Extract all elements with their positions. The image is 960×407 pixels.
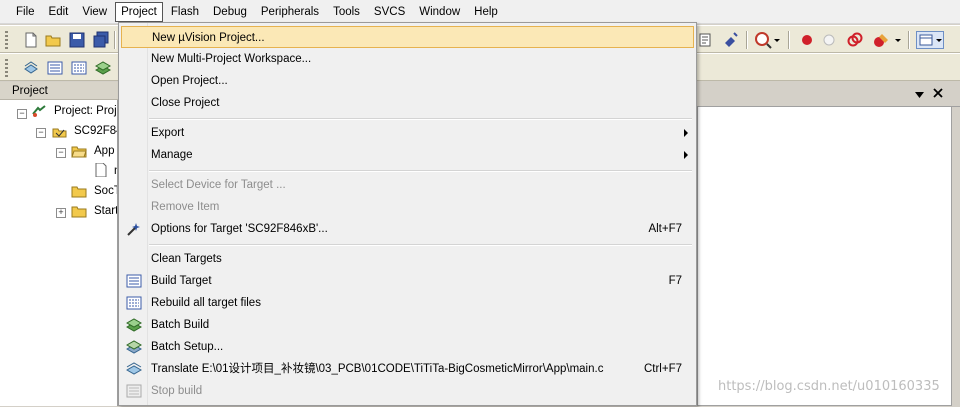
menu-project[interactable]: Project	[115, 1, 163, 22]
save-all-icon[interactable]	[92, 31, 110, 49]
chevron-down-icon[interactable]	[893, 31, 903, 49]
rebuild-icon	[126, 295, 142, 311]
batch-build-icon[interactable]	[94, 59, 112, 77]
menu-item-build-target[interactable]: Build Target F7	[121, 270, 694, 292]
menu-item-manage[interactable]: Manage	[121, 144, 694, 166]
options-wand-icon	[126, 221, 142, 237]
menu-item-open-project[interactable]: Open Project...	[121, 70, 694, 92]
menu-item-select-device: Select Device for Target ...	[151, 179, 286, 191]
folder-icon	[71, 184, 87, 198]
disable-breakpoints-icon[interactable]	[846, 31, 864, 49]
menu-separator	[149, 170, 692, 172]
folder-icon	[71, 204, 87, 218]
menu-svcs[interactable]: SVCS	[368, 2, 411, 22]
menu-tools[interactable]: Tools	[327, 2, 366, 22]
build-target-icon	[126, 273, 142, 289]
rebuild-icon[interactable]	[70, 59, 88, 77]
menu-separator	[149, 244, 692, 246]
kill-breakpoints-icon[interactable]	[872, 31, 890, 49]
target-icon	[51, 124, 67, 138]
menu-view[interactable]: View	[76, 2, 113, 22]
collapse-expander[interactable]: −	[56, 148, 66, 158]
project-panel-title: Project	[0, 82, 118, 100]
collapse-expander[interactable]: −	[36, 128, 46, 138]
menu-item-close-project[interactable]: Close Project	[121, 92, 694, 114]
translate-icon	[125, 361, 143, 377]
menu-item-remove-item: Remove Item	[151, 201, 220, 213]
debug-session-icon[interactable]	[754, 31, 772, 49]
build-target-icon[interactable]	[46, 59, 64, 77]
expand-expander[interactable]: +	[56, 208, 66, 218]
menu-item-options-for-target[interactable]: Options for Target 'SC92F846xB'... Alt+F…	[121, 218, 694, 240]
open-folder-icon[interactable]	[44, 31, 62, 49]
menu-window[interactable]: Window	[413, 2, 466, 22]
menu-item-batch-build[interactable]: Batch Build	[121, 314, 694, 336]
submenu-arrow-icon	[684, 151, 688, 159]
submenu-arrow-icon	[684, 129, 688, 137]
save-icon[interactable]	[68, 31, 86, 49]
menu-item-new-project[interactable]: New µVision Project...	[121, 26, 694, 48]
window-layout-icon[interactable]	[916, 31, 944, 49]
toolbar-grip[interactable]	[5, 59, 8, 77]
chevron-down-icon[interactable]	[772, 31, 782, 49]
editor-body[interactable]	[697, 106, 952, 406]
menu-edit[interactable]: Edit	[43, 2, 75, 22]
watermark: https://blog.csdn.net/u010160335	[718, 379, 940, 394]
translate-icon[interactable]	[22, 59, 40, 77]
open-folder-icon	[71, 144, 87, 158]
tree-item-app-group[interactable]: App	[94, 142, 114, 160]
insert-breakpoint-icon[interactable]	[798, 31, 816, 49]
menu-item-rebuild-all[interactable]: Rebuild all target files	[121, 292, 694, 314]
menu-item-stop-build: Stop build	[121, 380, 694, 402]
tree-item-startup-group[interactable]: Start	[94, 202, 117, 220]
batch-build-icon	[125, 317, 143, 333]
editor-tab-bar	[697, 82, 960, 107]
menu-item-export[interactable]: Export	[121, 122, 694, 144]
collapse-expander[interactable]: −	[17, 109, 27, 119]
tree-item-soc-group[interactable]: SocT	[94, 182, 117, 200]
menu-item-new-workspace[interactable]: New Multi-Project Workspace...	[121, 48, 694, 70]
find-in-files-icon[interactable]	[698, 31, 716, 49]
stop-build-icon	[126, 383, 142, 399]
new-file-icon[interactable]	[22, 31, 40, 49]
menu-bar: File Edit View Project Flash Debug Perip…	[0, 0, 960, 24]
menu-item-clean-targets[interactable]: Clean Targets	[121, 248, 694, 270]
menu-flash[interactable]: Flash	[165, 2, 205, 22]
enable-breakpoint-icon[interactable]	[820, 31, 838, 49]
menu-separator	[149, 118, 692, 120]
chevron-down-icon[interactable]	[915, 90, 925, 102]
batch-setup-icon	[125, 339, 143, 355]
find-icon[interactable]	[722, 31, 740, 49]
tree-item-target[interactable]: SC92F84	[74, 122, 117, 140]
menu-file[interactable]: File	[10, 2, 41, 22]
project-menu: New µVision Project... New Multi-Project…	[118, 22, 697, 406]
menu-item-batch-setup[interactable]: Batch Setup...	[121, 336, 694, 358]
project-tree: − Project: Proj − SC92F84 − App n SocT +…	[0, 100, 118, 406]
toolbar-grip[interactable]	[5, 31, 8, 49]
menu-item-translate[interactable]: Translate E:\01设计项目_补妆镜\03_PCB\01CODE\Ti…	[121, 358, 694, 380]
menu-peripherals[interactable]: Peripherals	[255, 2, 325, 22]
menu-debug[interactable]: Debug	[207, 2, 253, 22]
tree-item-project[interactable]: Project: Proj	[54, 102, 117, 120]
menu-help[interactable]: Help	[468, 2, 504, 22]
close-icon[interactable]	[933, 87, 943, 102]
file-icon	[93, 162, 109, 178]
project-icon	[31, 104, 47, 117]
